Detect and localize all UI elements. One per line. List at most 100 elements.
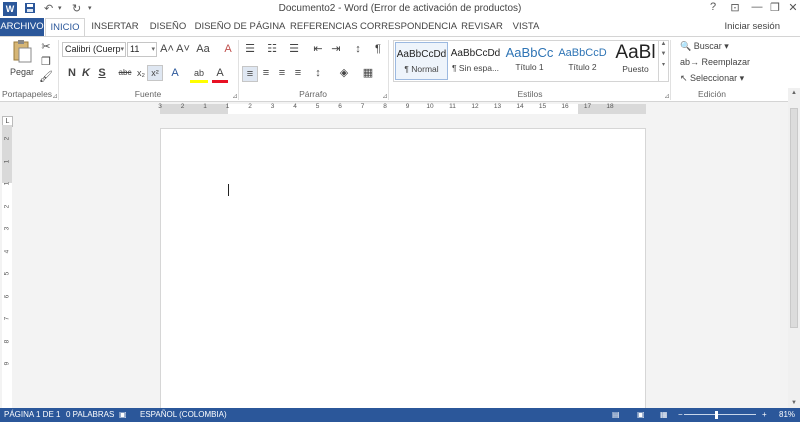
style-sample: AaBbCc	[505, 45, 554, 60]
read-mode-icon[interactable]: ▤	[612, 408, 620, 422]
style-sample: AaBbCcD	[558, 47, 607, 59]
divider	[58, 40, 59, 100]
shrink-font-icon[interactable]: A˅	[175, 42, 191, 56]
scroll-down-icon[interactable]: ▼	[788, 398, 800, 408]
divider	[388, 40, 389, 100]
web-layout-icon[interactable]: ▦	[660, 408, 668, 422]
tab-mailings[interactable]: CORRESPONDENCIA	[360, 18, 457, 36]
style-heading-1[interactable]: AaBbCc Título 1	[503, 42, 556, 80]
help-button[interactable]: ?	[702, 1, 724, 13]
ruler-number: 5	[3, 271, 11, 276]
shading-icon[interactable]: ◈	[336, 66, 352, 80]
tab-layout[interactable]: DISEÑO DE PÁGINA	[194, 18, 286, 36]
ribbon-display-options-icon[interactable]: ⊡	[724, 1, 746, 14]
font-dialog-launcher[interactable]: ⊿	[232, 92, 238, 100]
strikethrough-button[interactable]: abc	[116, 66, 134, 80]
clipboard-dialog-launcher[interactable]: ⊿	[52, 92, 58, 100]
sign-in-link[interactable]: Iniciar sesión	[725, 18, 780, 36]
vertical-ruler[interactable]: 2 1 1 2 3 4 5 6 7 8 9	[2, 125, 12, 408]
find-button[interactable]: 🔍 Buscar ▾	[680, 39, 729, 53]
scroll-thumb[interactable]	[790, 108, 798, 328]
clear-formatting-icon[interactable]: A	[220, 42, 236, 56]
scroll-up-icon[interactable]: ▲	[788, 88, 800, 98]
sort-icon[interactable]: ↕	[350, 42, 366, 56]
ruler-number: 7	[3, 316, 11, 321]
increase-indent-icon[interactable]: ⇥	[328, 42, 344, 56]
borders-icon[interactable]: ▦	[360, 66, 376, 80]
multilevel-list-icon[interactable]: ☰	[286, 42, 302, 56]
bullets-icon[interactable]: ☰	[242, 42, 258, 56]
ruler-number: 2	[180, 103, 185, 110]
font-size-combo[interactable]: 11 ▾	[127, 42, 157, 57]
horizontal-ruler[interactable]: 3 2 1 1 2 3 4 5 6 7 8 9 10 11 12 13 14 15 16 17 18	[158, 103, 646, 114]
superscript-button[interactable]: x²	[147, 65, 163, 81]
word-count[interactable]: 0 PALABRAS	[66, 408, 114, 422]
tab-insert[interactable]: INSERTAR	[88, 18, 142, 36]
cut-icon[interactable]: ✂	[38, 40, 54, 54]
align-center-icon[interactable]: ≡	[258, 66, 274, 80]
italic-button[interactable]: K	[78, 66, 94, 80]
font-color-icon[interactable]: A	[212, 66, 228, 83]
style-normal[interactable]: AaBbCcDd ¶ Normal	[395, 42, 448, 80]
align-right-icon[interactable]: ≡	[274, 66, 290, 80]
tab-review[interactable]: REVISAR	[459, 18, 505, 36]
tab-file[interactable]: ARCHIVO	[0, 18, 44, 36]
tab-home[interactable]: INICIO	[45, 18, 85, 37]
select-button[interactable]: ↖ Seleccionar ▾	[680, 71, 744, 85]
paragraph-dialog-launcher[interactable]: ⊿	[382, 92, 388, 100]
tab-view[interactable]: VISTA	[509, 18, 543, 36]
numbering-icon[interactable]: ☷	[264, 42, 280, 56]
align-left-icon[interactable]: ≡	[242, 66, 258, 82]
zoom-out-button[interactable]: −	[678, 408, 683, 422]
print-layout-icon[interactable]: ▣	[637, 408, 645, 422]
underline-button[interactable]: S	[94, 66, 110, 80]
decrease-indent-icon[interactable]: ⇤	[310, 42, 326, 56]
replace-button[interactable]: ab→ Reemplazar	[680, 55, 750, 69]
group-label-clipboard: Portapapeles	[1, 89, 53, 99]
justify-icon[interactable]: ≡	[290, 66, 306, 80]
language-indicator[interactable]: ESPAÑOL (COLOMBIA)	[140, 408, 227, 422]
group-label-font: Fuente	[134, 89, 162, 99]
style-no-spacing[interactable]: AaBbCcDd ¶ Sin espa...	[449, 42, 502, 80]
vertical-scrollbar[interactable]: ▲ ▼	[788, 88, 800, 408]
page-count[interactable]: PÁGINA 1 DE 1	[4, 408, 60, 422]
divider	[670, 40, 671, 100]
document-page[interactable]	[160, 128, 646, 418]
style-heading-2[interactable]: AaBbCcD Título 2	[556, 42, 609, 80]
tab-design[interactable]: DISEÑO	[145, 18, 191, 36]
proofing-icon[interactable]: ▣	[119, 408, 127, 422]
highlight-icon[interactable]: ab	[190, 66, 208, 83]
zoom-slider-thumb[interactable]	[715, 411, 718, 419]
ruler-number: 4	[3, 249, 11, 253]
zoom-in-button[interactable]: +	[762, 408, 767, 422]
close-button[interactable]: ✕	[782, 1, 800, 14]
ruler-number: 1	[203, 103, 207, 110]
show-formatting-marks-icon[interactable]: ¶	[370, 42, 386, 56]
chevron-down-icon[interactable]: ▼	[659, 51, 668, 57]
styles-dialog-launcher[interactable]: ⊿	[664, 92, 670, 100]
ruler-number: 1	[3, 181, 11, 186]
paste-button[interactable]: Pegar	[6, 65, 38, 79]
chevron-up-icon[interactable]: ▲	[659, 41, 668, 47]
copy-icon[interactable]: ❐	[38, 55, 54, 69]
paste-icon[interactable]	[10, 39, 34, 65]
text-effects-icon[interactable]: A	[167, 66, 183, 80]
format-painter-icon[interactable]: 🖌	[38, 70, 54, 84]
style-sample: AaBbCcDd	[450, 48, 501, 59]
search-icon: 🔍	[680, 41, 694, 51]
more-styles-icon[interactable]: ▾	[659, 61, 668, 68]
change-case-icon[interactable]: Aa	[193, 42, 213, 56]
ribbon-tabs: ARCHIVO INICIO INSERTAR DISEÑO DISEÑO DE…	[0, 18, 800, 37]
line-spacing-icon[interactable]: ↕	[310, 66, 326, 80]
style-title[interactable]: AaBl Puesto	[609, 42, 662, 80]
ruler-number: 3	[158, 103, 162, 110]
zoom-slider[interactable]	[684, 414, 756, 415]
font-name-combo[interactable]: Calibri (Cuerp ▾	[62, 42, 126, 57]
zoom-level[interactable]: 81%	[779, 408, 795, 422]
ruler-number: 8	[383, 103, 387, 110]
ruler-number: 9	[405, 103, 410, 110]
grow-font-icon[interactable]: A˄	[159, 42, 175, 56]
tab-references[interactable]: REFERENCIAS	[290, 18, 358, 36]
styles-gallery-scroll[interactable]: ▲ ▼ ▾	[658, 41, 668, 81]
ruler-number: 18	[606, 103, 614, 110]
